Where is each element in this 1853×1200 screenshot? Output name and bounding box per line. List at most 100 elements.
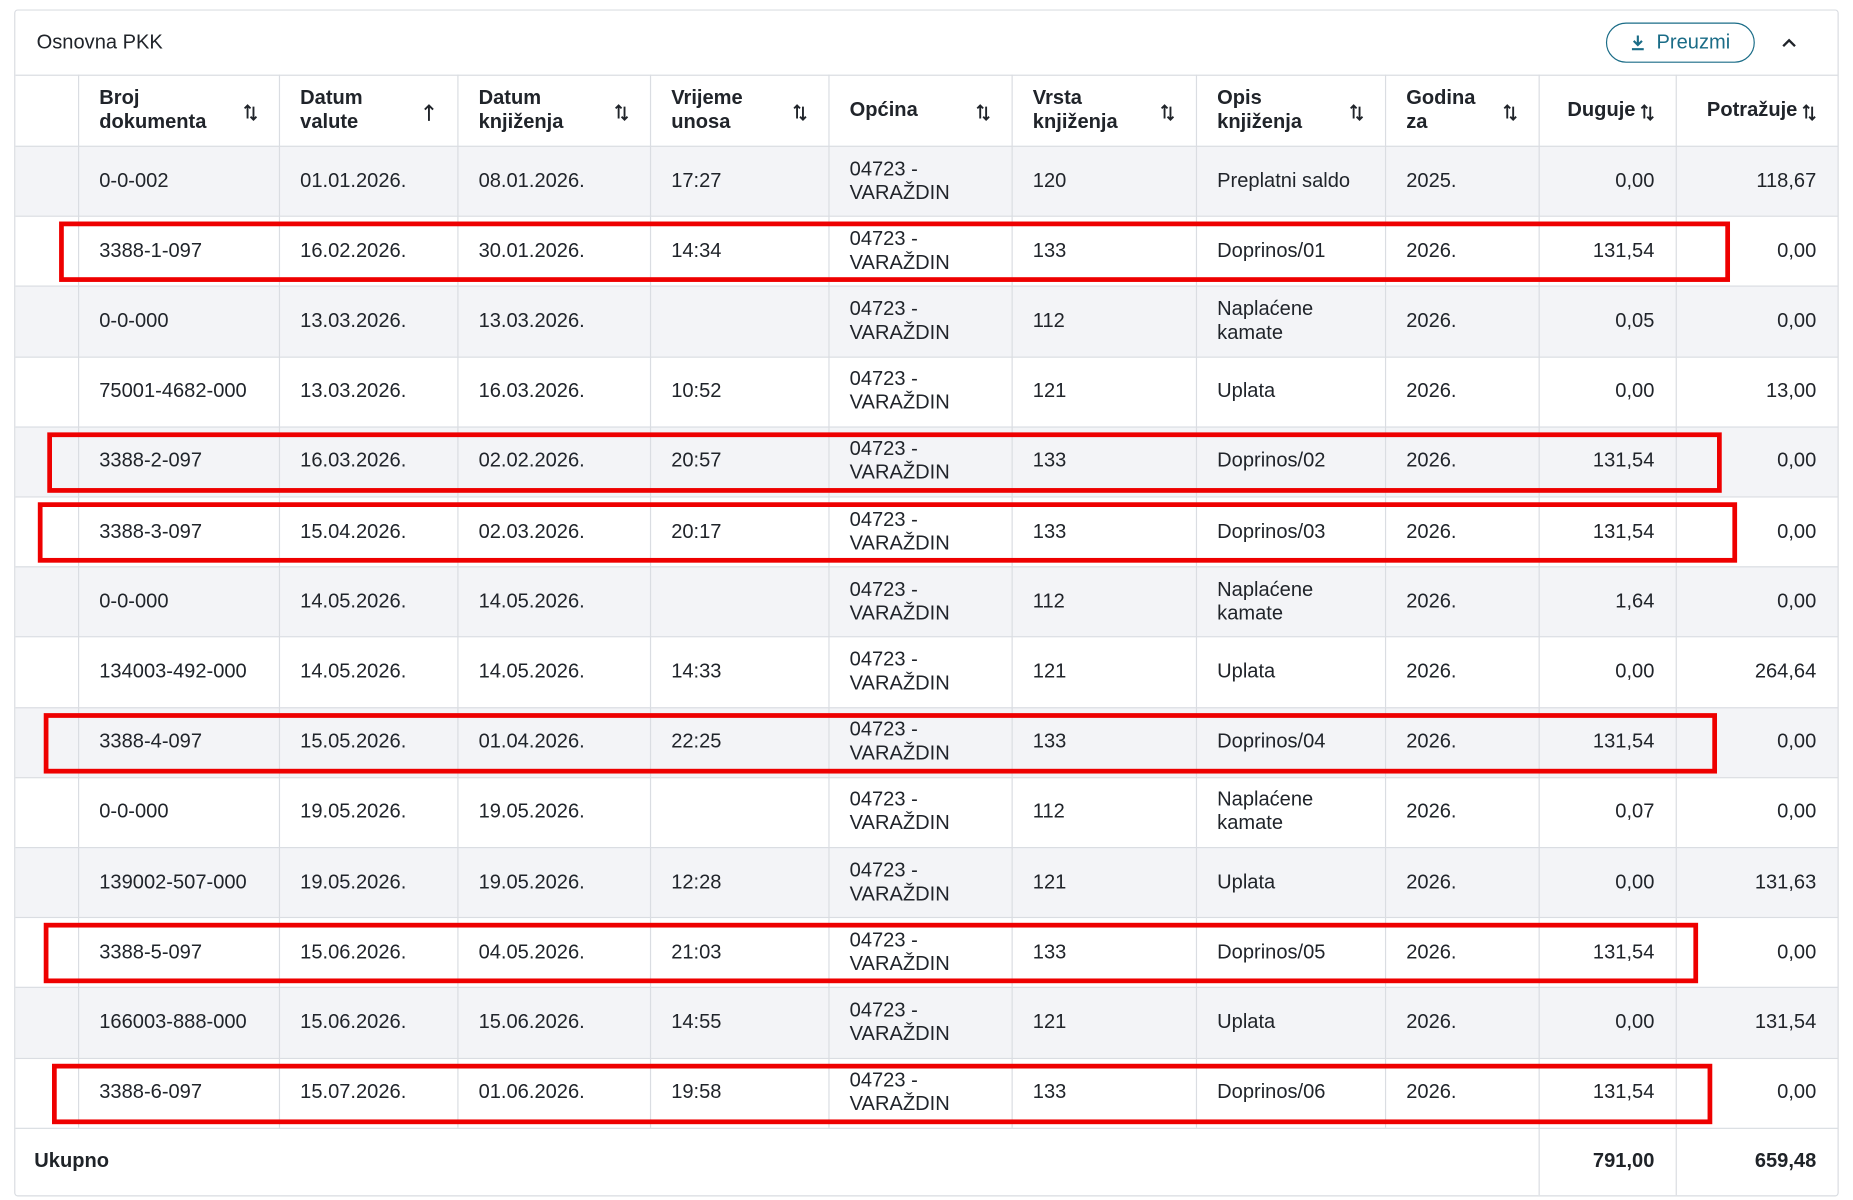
cell-potrazuje: 13,00	[1676, 356, 1838, 426]
cell-godina: 2026.	[1385, 847, 1539, 917]
column-header-label: Općina	[849, 98, 918, 121]
cell-vrsta: 133	[1012, 496, 1196, 566]
cell-potrazuje: 0,00	[1676, 566, 1838, 636]
cell-godina: 2025.	[1385, 146, 1539, 216]
cell-datum_knjizenja: 14.05.2026.	[457, 566, 650, 636]
cell-text: 131,54	[1592, 449, 1655, 472]
cell-text: 2026.	[1406, 519, 1457, 543]
sort-icon[interactable]	[1160, 102, 1175, 123]
cell-vrijeme	[650, 286, 828, 356]
cell-text: 14.05.2026.	[478, 659, 585, 683]
sort-icon[interactable]	[614, 102, 629, 123]
cell-text: 0,00	[1777, 239, 1817, 262]
column-header-godina[interactable]: Godina za	[1385, 75, 1539, 146]
cell-text: 04723 - VARAŽDIN	[849, 718, 950, 765]
cell-text: 0,00	[1777, 589, 1817, 613]
sort-icon[interactable]	[1503, 102, 1517, 123]
cell-datum_knjizenja: 02.03.2026.	[457, 496, 650, 566]
download-button[interactable]: Preuzmi	[1605, 22, 1755, 63]
cell-potrazuje: 0,00	[1676, 707, 1838, 777]
column-header-duguje[interactable]: Duguje	[1539, 75, 1676, 146]
chevron-up-icon	[1782, 38, 1796, 48]
cell-datum_knjizenja: 01.04.2026.	[457, 707, 650, 777]
cell-text: 19:58	[671, 1080, 722, 1104]
cell-opis: Uplata	[1196, 637, 1385, 707]
column-header-vrijeme[interactable]: Vrijeme unosa	[650, 75, 828, 146]
sort-icon[interactable]	[1640, 102, 1654, 123]
cell-opis: Doprinos/02	[1196, 426, 1385, 496]
cell-vrsta: 133	[1012, 426, 1196, 496]
cell-text: 14.05.2026.	[300, 659, 407, 683]
column-header-broj[interactable]: Broj dokumenta	[78, 75, 279, 146]
cell-text: 0,00	[1615, 1010, 1655, 1033]
cell-text: 13.03.2026.	[478, 309, 585, 332]
cell-potrazuje: 0,00	[1676, 777, 1838, 847]
cell-opis: Uplata	[1196, 356, 1385, 426]
cell-text: 04723 - VARAŽDIN	[849, 647, 950, 695]
cell-text: 19.05.2026.	[300, 800, 407, 823]
cell-text: Naplaćene kamate	[1217, 297, 1314, 344]
cell-broj: 0-0-002	[78, 146, 279, 216]
cell-text: 2026.	[1406, 940, 1457, 963]
cell-text: 14.05.2026.	[478, 589, 585, 613]
cell-text: Doprinos/04	[1217, 729, 1326, 753]
cell-text: 2026.	[1406, 1080, 1457, 1104]
cell-text: 0,07	[1615, 800, 1655, 823]
cell-text: 0-0-000	[99, 589, 169, 613]
cell-godina: 2026.	[1385, 707, 1539, 777]
cell-godina: 2026.	[1385, 987, 1539, 1057]
cell-text: Doprinos/01	[1217, 239, 1326, 262]
cell-opis: Doprinos/05	[1196, 917, 1385, 987]
sort-ascending-icon[interactable]	[422, 102, 436, 123]
cell-text: 15.05.2026.	[300, 729, 407, 753]
sort-icon[interactable]	[1802, 102, 1816, 123]
cell-text: 112	[1032, 800, 1065, 823]
cell-text: 2026.	[1406, 800, 1457, 823]
column-header-opcina[interactable]: Općina	[828, 75, 1011, 146]
sort-icon[interactable]	[243, 102, 258, 123]
cell-datum_knjizenja: 16.03.2026.	[457, 356, 650, 426]
column-header-potrazuje[interactable]: Potražuje	[1676, 75, 1838, 146]
cell-potrazuje: 0,00	[1676, 496, 1838, 566]
cell-potrazuje: 264,64	[1676, 637, 1838, 707]
cell-text: 19.05.2026.	[478, 870, 585, 893]
collapse-button[interactable]	[1774, 27, 1805, 58]
cell-potrazuje: 0,00	[1676, 216, 1838, 286]
cell-text: 20:17	[671, 519, 722, 543]
cell-opcina: 04723 - VARAŽDIN	[828, 777, 1011, 847]
cell-datum_knjizenja: 01.06.2026.	[457, 1057, 650, 1127]
column-header-datum_knjizenja[interactable]: Datum knjiženja	[457, 75, 650, 146]
cell-broj: 3388-3-097	[78, 496, 279, 566]
cell-godina: 2026.	[1385, 426, 1539, 496]
cell-text: 12:28	[671, 870, 722, 893]
cell-text: 15.04.2026.	[300, 519, 407, 543]
cell-duguje: 0,00	[1539, 637, 1676, 707]
cell-godina: 2026.	[1385, 356, 1539, 426]
cell-text: 133	[1032, 519, 1067, 543]
cell-text: 133	[1032, 729, 1067, 753]
sort-icon[interactable]	[793, 102, 807, 123]
cell-potrazuje: 118,67	[1676, 146, 1838, 216]
cell-text: 21:03	[671, 940, 722, 963]
cell-duguje: 0,07	[1539, 777, 1676, 847]
cell-opis: Doprinos/03	[1196, 496, 1385, 566]
cell-text: 0,00	[1777, 309, 1817, 332]
cell-godina: 2026.	[1385, 777, 1539, 847]
cell-datum_valute: 14.05.2026.	[279, 566, 457, 636]
cell-text: 15.06.2026.	[300, 940, 407, 963]
cell-vrijeme: 17:27	[650, 146, 828, 216]
cell-opis: Uplata	[1196, 847, 1385, 917]
cell-text: 0,00	[1777, 729, 1817, 753]
column-header-opis[interactable]: Opis knjiženja	[1196, 75, 1385, 146]
cell-broj: 166003-888-000	[78, 987, 279, 1057]
column-header-datum_valute[interactable]: Datum valute	[279, 75, 457, 146]
column-header-vrsta[interactable]: Vrsta knjiženja	[1012, 75, 1196, 146]
cell-text: 04723 - VARAŽDIN	[849, 1068, 950, 1115]
cell-text: 0,00	[1615, 379, 1655, 402]
cell-duguje: 0,00	[1539, 146, 1676, 216]
sort-icon[interactable]	[976, 102, 990, 123]
sort-icon[interactable]	[1350, 102, 1364, 123]
cell-text: 133	[1032, 449, 1067, 472]
cell-vrsta: 133	[1012, 216, 1196, 286]
cell-text: 01.06.2026.	[478, 1080, 585, 1104]
